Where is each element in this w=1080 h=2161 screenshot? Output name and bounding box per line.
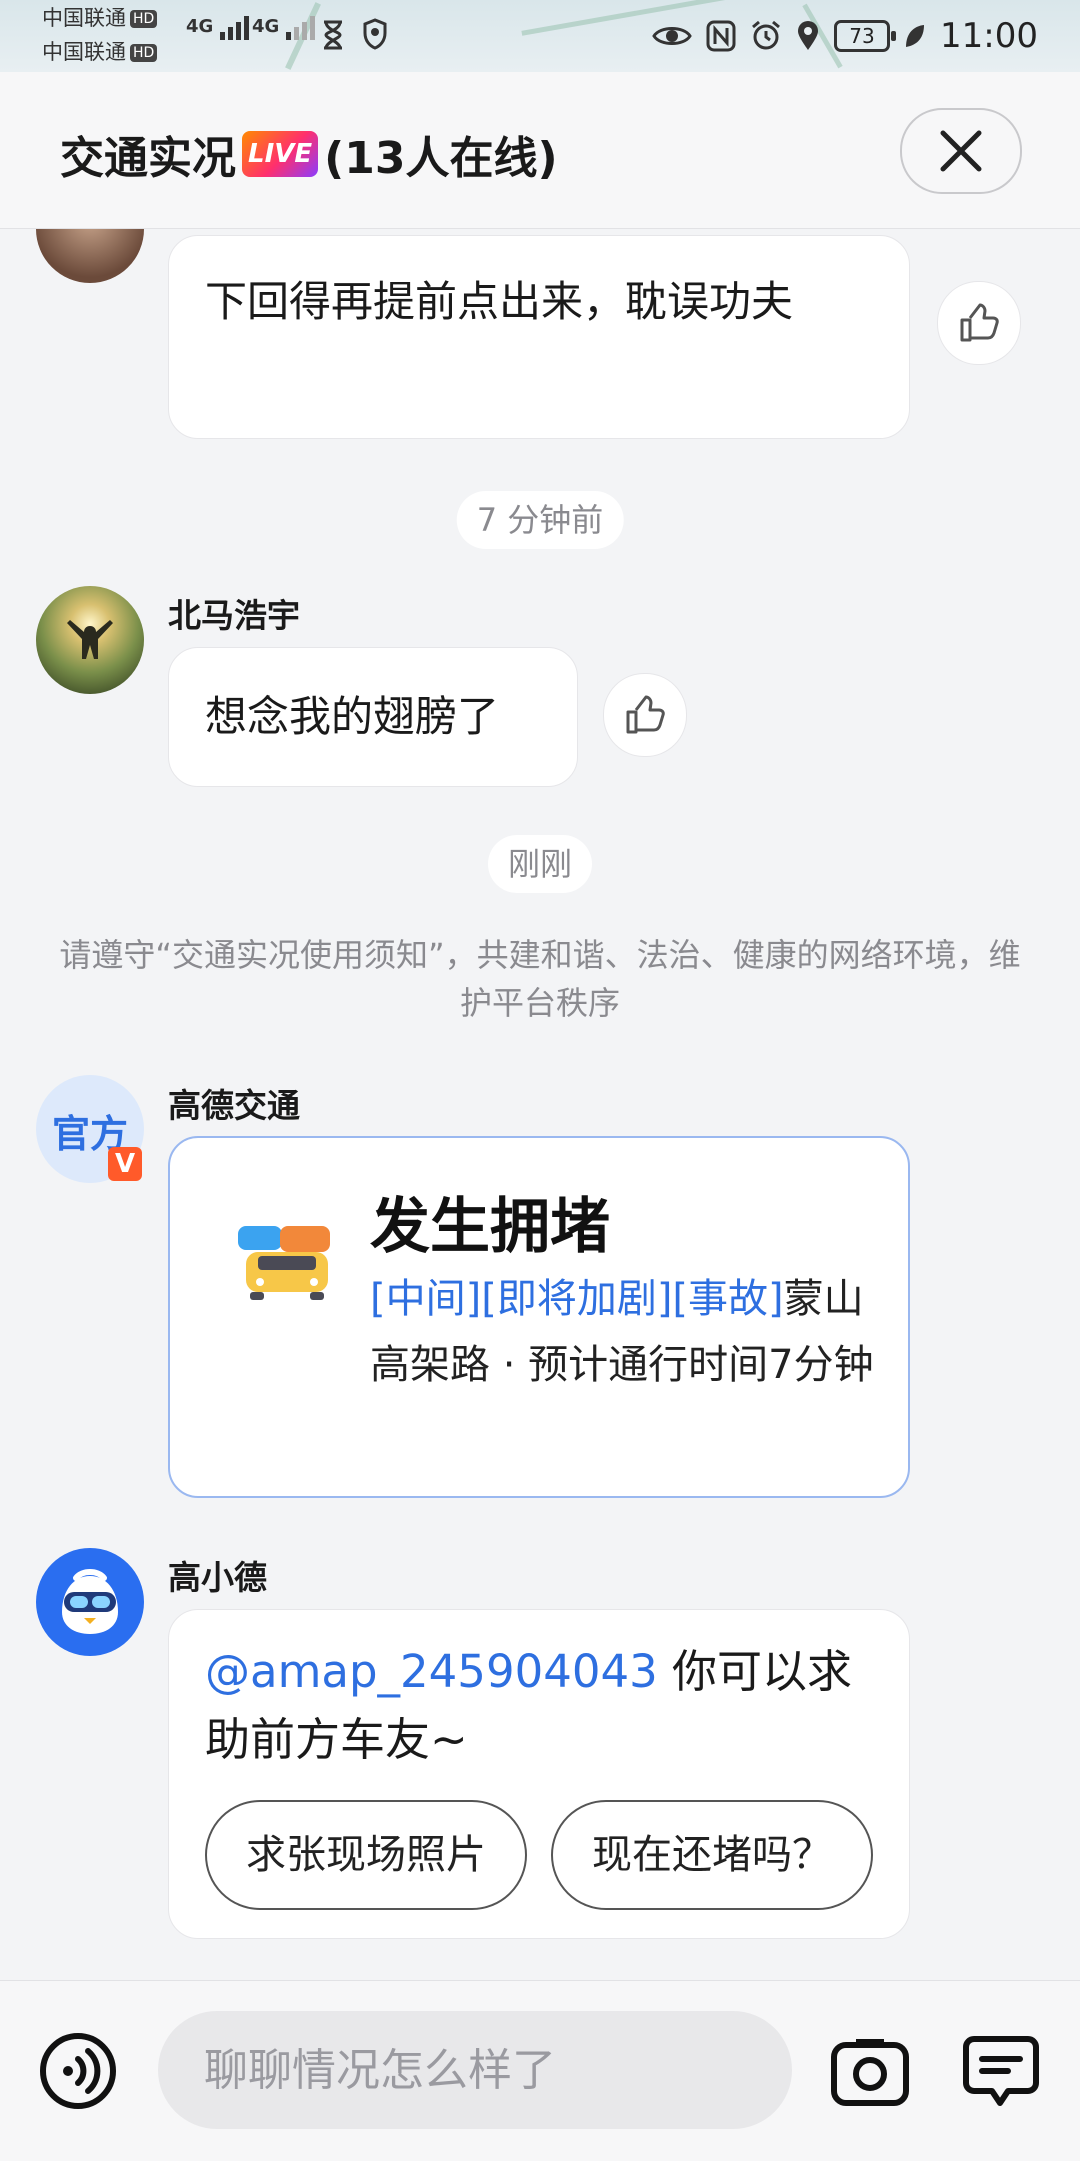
eye-icon [652,27,692,45]
hd-badge-1: HD [130,10,158,28]
community-notice: 请遵守“交通实况使用须知”，共建和谐、法治、健康的网络环境，维护平台秩序 [59,936,1021,1022]
message-text: 想念我的翅膀了 [205,692,500,741]
nfc-icon [706,20,736,52]
card-body: [中间][即将加剧][事故]蒙山高架路 · 预计通行时间7分钟 [370,1266,880,1398]
message-text: 下回得再提前点出来，耽误功夫 [205,277,794,326]
live-badge: LIVE [242,131,319,177]
carrier-2: 中国联通 HD [42,40,158,64]
chat-header: 交通实况 LIVE (13人在线) [0,72,1080,229]
timestamp-chip: 刚刚 [487,835,593,893]
signal-2: 4G [252,14,322,40]
signal-1: 4G [186,14,256,40]
assistant-avatar[interactable] [36,1548,144,1656]
chat-input[interactable] [158,2011,792,2129]
carrier-2-label: 中国联通 [42,40,126,64]
quick-reply-photo-button[interactable]: 求张现场照片 [205,1800,527,1910]
alarm-icon [752,20,780,50]
avatar[interactable] [36,586,144,694]
card-tags: [中间][即将加剧][事故] [370,1276,784,1322]
camera-icon [831,2039,909,2106]
hd-badge-2: HD [130,44,158,62]
signal-bars-icon [219,16,249,40]
message-icon [963,2036,1039,2106]
location-icon [798,21,819,50]
network-1-label: 4G [186,16,214,37]
username: 高小德 [168,1558,267,1597]
mascot-icon [62,1569,118,1634]
avatar[interactable] [36,229,144,283]
message-list-button[interactable] [962,2033,1040,2113]
traffic-jam-icon [238,1226,330,1300]
leaf-icon [906,25,925,47]
timestamp-chip: 7 分钟前 [456,491,624,549]
carrier-1-label: 中国联通 [42,6,126,30]
quick-reply-still-jammed-button[interactable]: 现在还堵吗？ [551,1800,873,1910]
like-button[interactable] [937,281,1021,365]
chat-list[interactable]: 下回得再提前点出来，耽误功夫 7 分钟前 北马浩宇 想念我的翅膀了 刚刚 请遵守… [0,229,1080,1979]
mention-link[interactable]: @amap_245904043 [205,1645,658,1698]
voice-button[interactable] [38,2031,118,2111]
message-bubble[interactable]: 下回得再提前点出来，耽误功夫 [168,235,910,439]
online-count: (13人在线) [324,133,558,184]
title-label: 交通实况 [60,133,236,184]
carrier-1: 中国联通 HD [42,6,158,30]
message-bubble[interactable]: 想念我的翅膀了 [168,647,578,787]
page-title: 交通实况 LIVE (13人在线) [60,122,558,186]
voice-icon [40,2033,116,2109]
avatar-figure [67,620,113,659]
battery-indicator: 73 [834,20,897,52]
hourglass-icon [324,20,342,50]
card-title: 发生拥堵 [370,1192,610,1262]
clock: 11:00 [940,16,1038,56]
close-button[interactable] [900,108,1022,194]
thumbs-up-icon [626,695,665,734]
close-icon [940,130,982,172]
input-bar [0,1980,1080,2161]
username: 高德交通 [168,1086,300,1125]
username: 北马浩宇 [168,596,300,635]
like-button[interactable] [603,673,687,757]
camera-button[interactable] [830,2033,910,2109]
verified-badge: V [108,1147,142,1181]
signal-bars-icon [285,16,315,40]
status-bar: 中国联通 HD 中国联通 HD 4G 4G 73 11:00 [0,0,1080,72]
thumbs-up-icon [960,303,999,342]
status-right: 73 11:00 [652,14,1038,58]
network-2-label: 4G [252,16,280,37]
traffic-event-card[interactable]: 发生拥堵 [中间][即将加剧][事故]蒙山高架路 · 预计通行时间7分钟 [168,1136,910,1498]
shield-icon [363,18,387,50]
